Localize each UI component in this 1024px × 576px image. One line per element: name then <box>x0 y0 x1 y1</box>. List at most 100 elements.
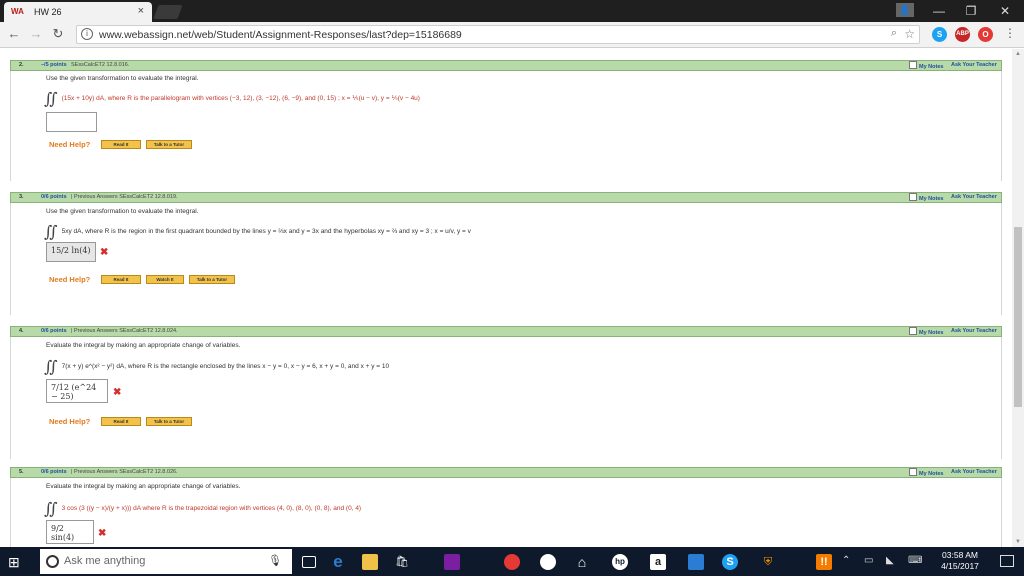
double-integral-icon: ∬ <box>44 222 58 241</box>
url-text[interactable]: www.webassign.net/web/Student/Assignment… <box>99 29 462 41</box>
question-number: 3. <box>19 194 24 200</box>
windows-start-icon[interactable]: ⊞ <box>8 554 20 571</box>
home-icon[interactable]: ⌂ <box>574 554 590 570</box>
alert-app-icon[interactable]: !! <box>816 554 832 570</box>
skype-extension-icon[interactable]: S <box>932 27 947 42</box>
talk-to-tutor-button[interactable]: Talk to a Tutor <box>146 417 192 426</box>
double-integral-icon: ∬ <box>44 89 58 108</box>
question-number: 5. <box>19 469 24 475</box>
question-header-3: 3. 0/6 points | Previous Answers SEssCal… <box>10 192 1002 203</box>
need-help-label: Need Help? <box>49 140 91 149</box>
edge-browser-icon[interactable]: e <box>330 553 346 570</box>
webassign-favicon-icon: WA <box>11 7 24 16</box>
close-window-button[interactable]: ✕ <box>990 2 1020 20</box>
store-icon[interactable]: 🛍 <box>394 554 410 570</box>
answer-input[interactable]: 15/2 ln(4) <box>46 242 96 262</box>
question-body-4 <box>10 337 1002 459</box>
hp-icon[interactable]: hp <box>612 554 628 570</box>
page-scrollbar[interactable]: ▲ ▼ <box>1012 49 1024 547</box>
double-integral-icon: ∬ <box>44 499 58 518</box>
answer-input[interactable]: 7/12 (e^24 − 25) <box>46 379 108 403</box>
ask-teacher-link[interactable]: Ask Your Teacher <box>951 327 997 336</box>
media-app-icon[interactable] <box>540 554 556 570</box>
read-it-button[interactable]: Read It <box>101 417 141 426</box>
new-tab-button[interactable] <box>153 5 183 19</box>
action-center-icon[interactable] <box>1000 555 1014 567</box>
app-icon[interactable] <box>444 554 460 570</box>
incorrect-x-icon: ✖ <box>100 247 109 258</box>
wifi-icon[interactable]: ◣ <box>886 555 894 566</box>
tray-chevron-icon[interactable]: ⌃ <box>842 555 850 566</box>
zoom-icon[interactable]: ⌕ <box>891 27 897 40</box>
talk-to-tutor-button[interactable]: Talk to a Tutor <box>189 275 235 284</box>
windows-taskbar: ⊞ Ask me anything 🎙 e 🛍 ⌂ hp a S ⛨ !! ⌃ … <box>0 547 1024 576</box>
answer-input[interactable]: 9/2 sin(4) <box>46 520 94 544</box>
ask-teacher-link[interactable]: Ask Your Teacher <box>951 61 997 70</box>
question-prompt: Use the given transformation to evaluate… <box>46 75 199 82</box>
formula-text: 7(x + y) e^(x² − y²) dA, where R is the … <box>61 363 390 370</box>
question-meta: | Previous Answers SEssCalcET2 12.8.024. <box>71 328 178 334</box>
read-it-button[interactable]: Read It <box>101 140 141 149</box>
question-number: 2. <box>19 62 24 68</box>
scroll-down-icon[interactable]: ▼ <box>1015 539 1021 545</box>
chrome-menu-icon[interactable]: ⋮ <box>1004 26 1016 40</box>
browser-tab[interactable]: WA HW 26 × <box>4 2 152 22</box>
maximize-button[interactable]: ❐ <box>956 2 986 20</box>
question-formula: ∬ 5xy dA, where R is the region in the fi… <box>44 222 471 241</box>
answer-input[interactable] <box>46 112 97 132</box>
ask-teacher-link[interactable]: Ask Your Teacher <box>951 193 997 202</box>
question-points: –/5 points <box>41 62 67 68</box>
task-view-icon[interactable] <box>302 556 316 568</box>
scroll-up-icon[interactable]: ▲ <box>1015 51 1021 57</box>
question-points: 0/6 points <box>41 328 67 334</box>
browser-toolbar: ← → ↻ i www.webassign.net/web/Student/As… <box>0 22 1024 48</box>
reload-icon[interactable]: ↻ <box>50 26 66 42</box>
clock-time: 03:58 AM <box>942 550 978 560</box>
incorrect-x-icon: ✖ <box>98 528 107 539</box>
question-header-5: 5. 0/6 points | Previous Answers SEssCal… <box>10 467 1002 478</box>
screen: WA HW 26 × 👤 — ❐ ✕ ← → ↻ i www.webassign… <box>0 0 1024 576</box>
tab-close-icon[interactable]: × <box>138 5 144 17</box>
tab-title: HW 26 <box>34 7 62 17</box>
back-arrow-icon[interactable]: ← <box>6 26 22 42</box>
double-integral-icon: ∬ <box>44 357 58 376</box>
site-info-icon[interactable]: i <box>81 28 93 40</box>
photos-icon[interactable] <box>688 554 704 570</box>
question-prompt: Evaluate the integral by making an appro… <box>46 483 241 490</box>
question-meta: | Previous Answers SEssCalcET2 12.8.026. <box>71 469 178 475</box>
forward-arrow-icon[interactable]: → <box>28 26 44 42</box>
ask-teacher-link[interactable]: Ask Your Teacher <box>951 468 997 477</box>
formula-text: (15x + 10y) dA, where R is the parallelo… <box>61 95 420 102</box>
profile-icon[interactable]: 👤 <box>896 3 914 17</box>
bookmark-star-icon[interactable]: ☆ <box>904 27 915 41</box>
keyboard-icon[interactable]: ⌨ <box>908 555 922 566</box>
adblock-plus-icon[interactable]: ABP <box>955 27 970 42</box>
watch-it-button[interactable]: Watch It <box>146 275 184 284</box>
battery-icon[interactable]: ▭ <box>864 555 873 566</box>
minimize-button[interactable]: — <box>924 2 954 20</box>
scrollbar-thumb[interactable] <box>1014 227 1022 407</box>
microphone-icon[interactable]: 🎙 <box>268 554 282 567</box>
need-help-label: Need Help? <box>49 417 91 426</box>
skype-icon[interactable]: S <box>722 554 738 570</box>
talk-to-tutor-button[interactable]: Talk to a Tutor <box>146 140 192 149</box>
read-it-button[interactable]: Read It <box>101 275 141 284</box>
opera-extension-icon[interactable]: O <box>978 27 993 42</box>
cortana-search-box[interactable]: Ask me anything 🎙 <box>40 549 292 574</box>
address-bar[interactable]: i www.webassign.net/web/Student/Assignme… <box>76 25 920 44</box>
chrome-browser-icon[interactable] <box>504 554 520 570</box>
question-formula: ∬ 7(x + y) e^(x² − y²) dA, where R is the… <box>44 357 389 376</box>
clock-date: 4/15/2017 <box>941 561 979 571</box>
question-points: 0/6 points <box>41 194 67 200</box>
question-meta: | Previous Answers SEssCalcET2 12.8.019. <box>71 194 178 200</box>
file-explorer-icon[interactable] <box>362 554 378 570</box>
shield-icon[interactable]: ⛨ <box>760 554 776 570</box>
incorrect-x-icon: ✖ <box>113 387 122 398</box>
question-formula: ∬ (15x + 10y) dA, where R is the parallel… <box>44 89 420 108</box>
cortana-icon <box>46 555 59 568</box>
system-clock[interactable]: 03:58 AM 4/15/2017 <box>934 550 986 572</box>
question-body-3 <box>10 203 1002 315</box>
question-prompt: Evaluate the integral by making an appro… <box>46 342 241 349</box>
amazon-icon[interactable]: a <box>650 554 666 570</box>
need-help-label: Need Help? <box>49 275 91 284</box>
